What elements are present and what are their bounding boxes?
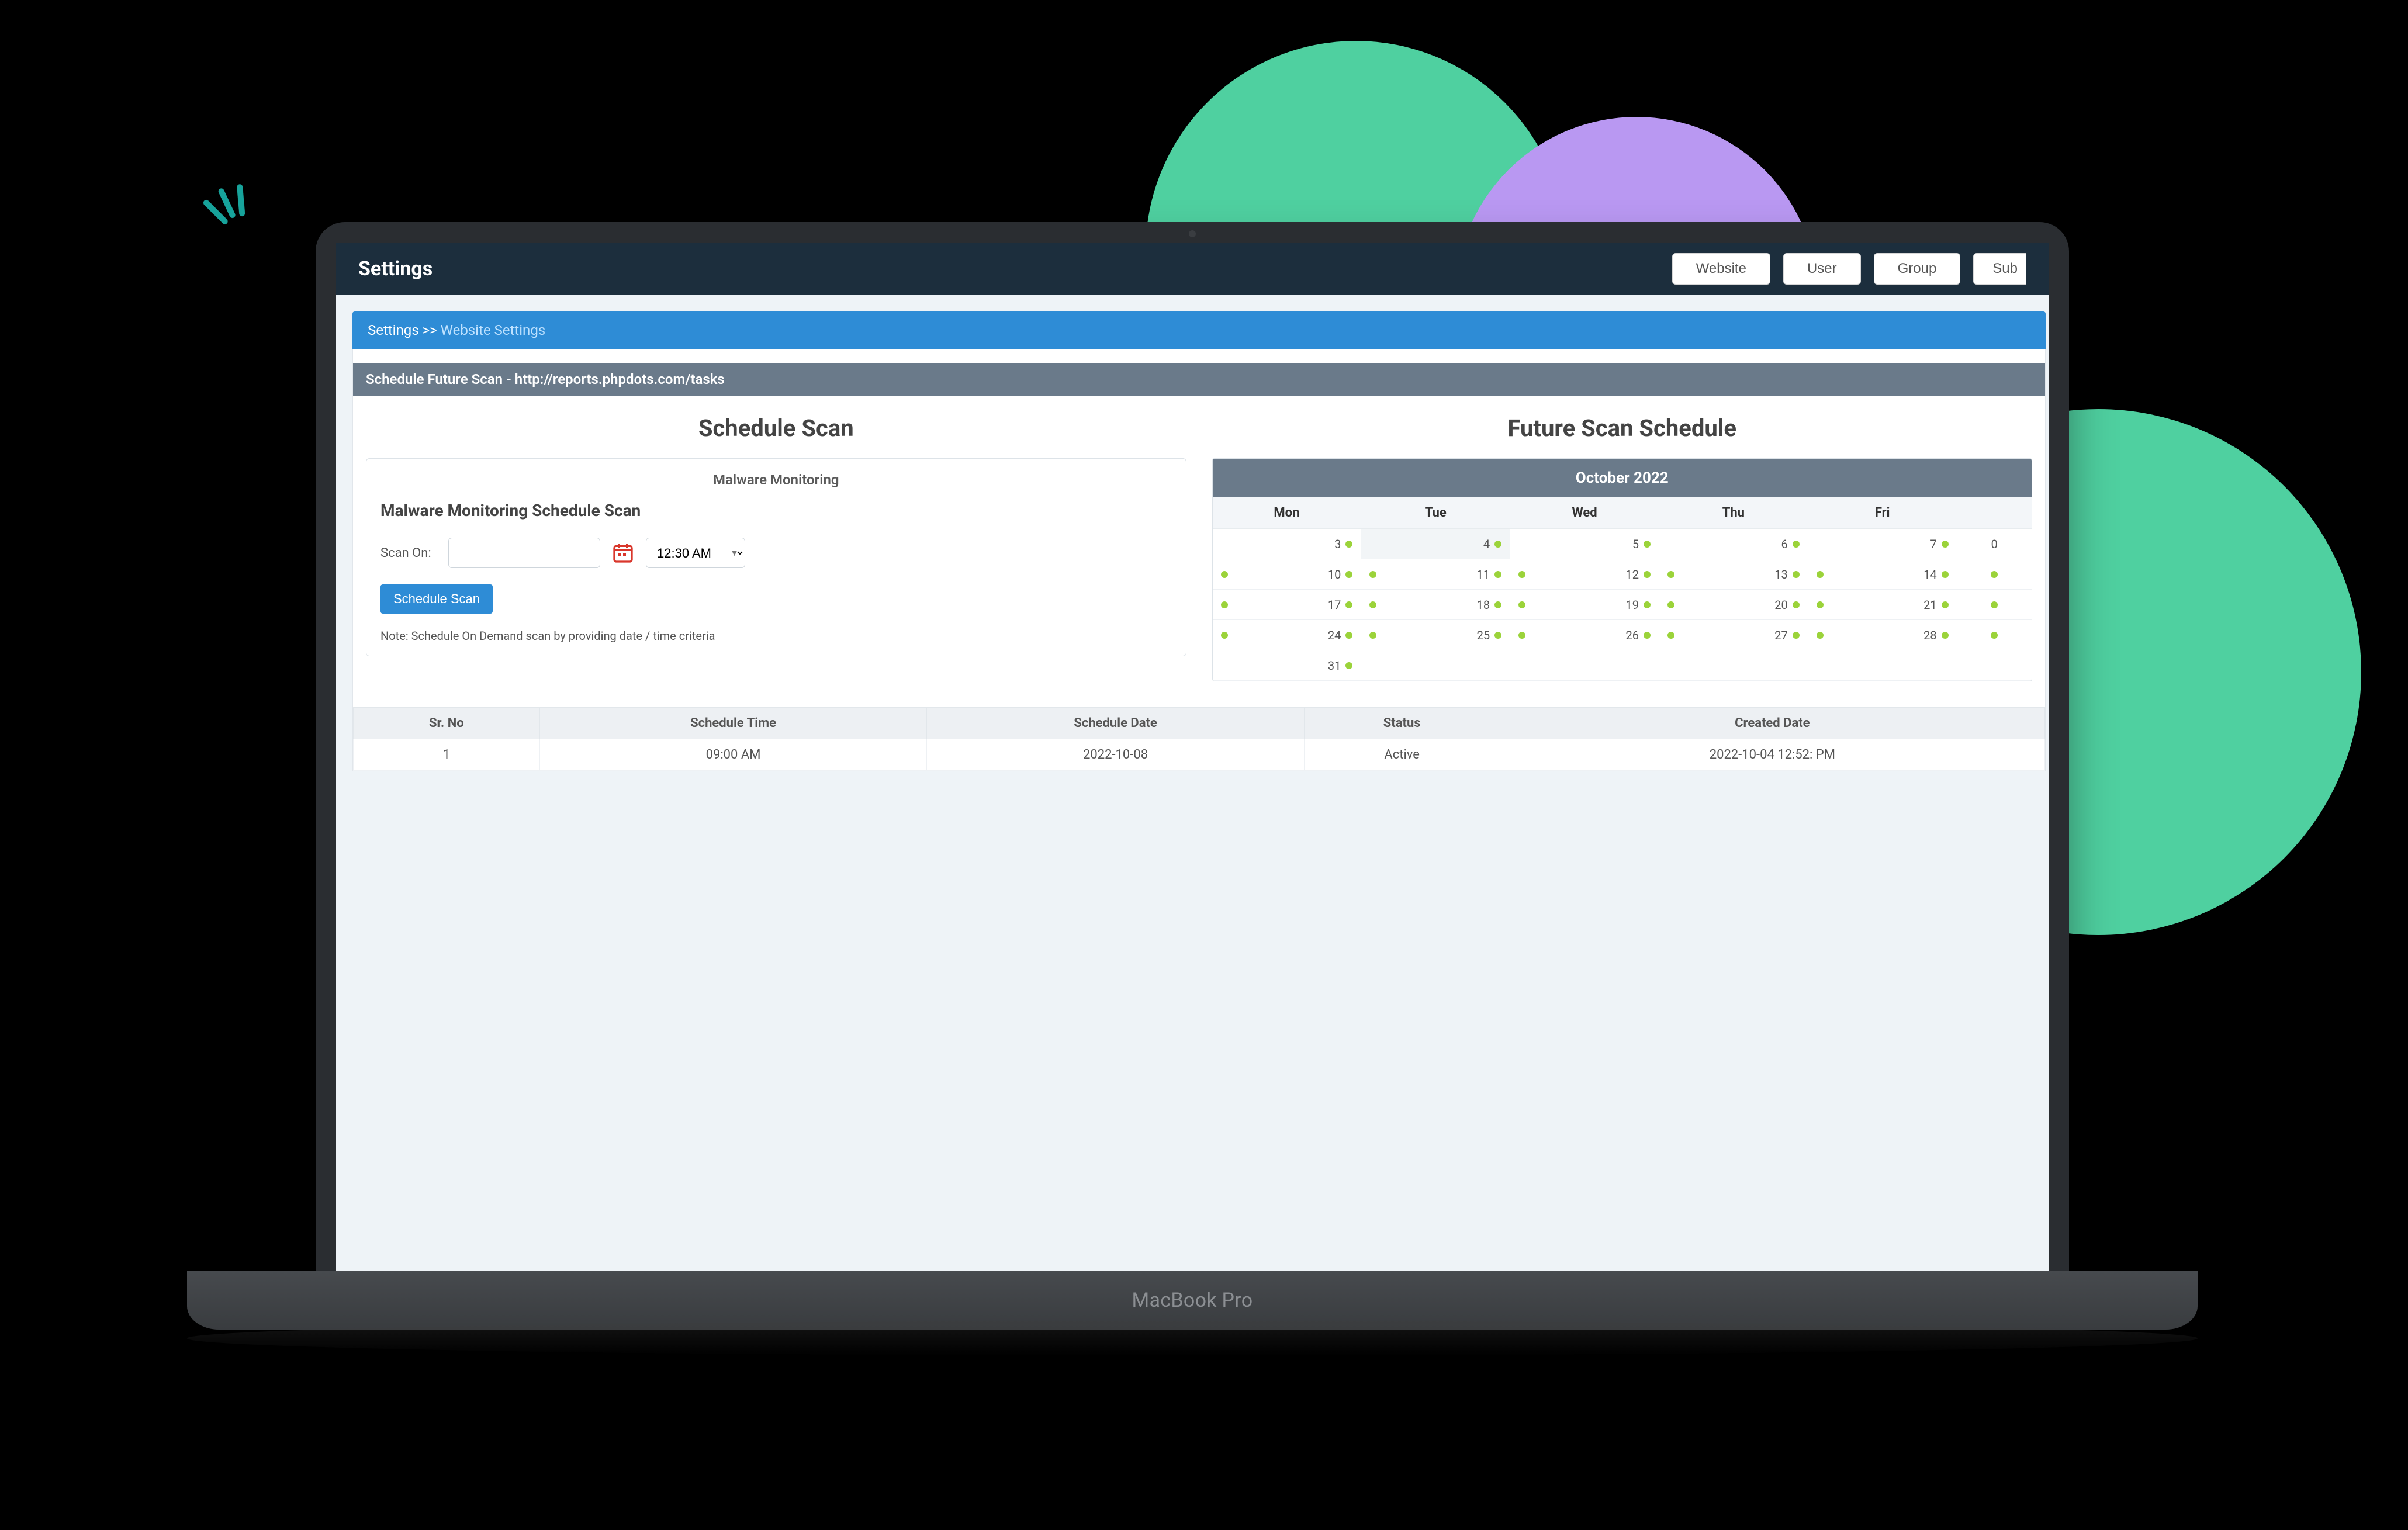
- tab-user[interactable]: User: [1783, 253, 1861, 285]
- calendar-cell[interactable]: 7: [1808, 529, 1957, 559]
- weekday-wed: Wed: [1510, 497, 1659, 529]
- calendar-weekdays: Mon Tue Wed Thu Fri: [1213, 497, 2032, 529]
- calendar-cell[interactable]: 20: [1659, 590, 1808, 620]
- weekday-fri: Fri: [1808, 497, 1957, 529]
- table-header: Created Date: [1500, 708, 2044, 739]
- calendar-cell[interactable]: 19: [1510, 590, 1659, 620]
- table-cell: Active: [1304, 739, 1500, 771]
- breadcrumb: Settings >> Website Settings: [352, 311, 2046, 349]
- calendar-cell[interactable]: 24: [1213, 620, 1362, 650]
- calendar-cell[interactable]: 6: [1659, 529, 1808, 559]
- schedule-scan-heading: Schedule Scan: [366, 414, 1186, 442]
- calendar-cell[interactable]: 0: [1957, 529, 2032, 559]
- decor-accent-strokes: [199, 179, 255, 229]
- scan-date-input[interactable]: [448, 538, 600, 568]
- schedule-note: Note: Schedule On Demand scan by providi…: [380, 629, 1172, 643]
- app-root: Settings Website User Group Sub Settings…: [336, 243, 2049, 1283]
- calendar-cell[interactable]: 28: [1808, 620, 1957, 650]
- laptop-mockup: Settings Website User Group Sub Settings…: [281, 222, 2104, 1356]
- laptop-label: MacBook Pro: [1132, 1289, 1253, 1312]
- weekday-tue: Tue: [1361, 497, 1510, 529]
- calendar-cell[interactable]: 31: [1213, 650, 1362, 681]
- table-row: 109:00 AM2022-10-08Active2022-10-04 12:5…: [354, 739, 2045, 771]
- tab-group[interactable]: Group: [1874, 253, 1961, 285]
- calendar-cell[interactable]: [1361, 650, 1510, 681]
- schedule-scan-button[interactable]: Schedule Scan: [380, 584, 493, 614]
- calendar-cell[interactable]: [1957, 559, 2032, 590]
- calendar-cell[interactable]: 4: [1361, 529, 1510, 559]
- laptop-shadow: [187, 1321, 2198, 1356]
- table-header: Sr. No: [354, 708, 540, 739]
- table-header-row: Sr. NoSchedule TimeSchedule DateStatusCr…: [354, 708, 2045, 739]
- calendar-cell[interactable]: [1957, 590, 2032, 620]
- camera-dot: [1189, 230, 1196, 237]
- calendar-month: October 2022: [1213, 459, 2032, 497]
- malware-tab[interactable]: Malware Monitoring: [380, 472, 1172, 488]
- page-card: Schedule Future Scan - http://reports.ph…: [352, 349, 2046, 771]
- table-cell: 2022-10-08: [927, 739, 1304, 771]
- calendar-cell[interactable]: 5: [1510, 529, 1659, 559]
- form-title: Malware Monitoring Schedule Scan: [380, 501, 1172, 520]
- table-header: Schedule Time: [539, 708, 927, 739]
- scan-on-label: Scan On:: [380, 546, 439, 560]
- calendar-cell[interactable]: 17: [1213, 590, 1362, 620]
- table-cell: 09:00 AM: [539, 739, 927, 771]
- calendar-icon[interactable]: [610, 539, 636, 566]
- page-title: Settings: [358, 257, 433, 281]
- calendar-cell[interactable]: 27: [1659, 620, 1808, 650]
- weekday-thu: Thu: [1659, 497, 1808, 529]
- calendar-cell[interactable]: [1510, 650, 1659, 681]
- calendar-cell[interactable]: 10: [1213, 559, 1362, 590]
- calendar-cell[interactable]: 18: [1361, 590, 1510, 620]
- calendar-cell[interactable]: 13: [1659, 559, 1808, 590]
- tab-website[interactable]: Website: [1672, 253, 1770, 285]
- calendar-cell[interactable]: [1957, 620, 2032, 650]
- calendar-cell[interactable]: 12: [1510, 559, 1659, 590]
- calendar-cell[interactable]: 25: [1361, 620, 1510, 650]
- topbar: Settings Website User Group Sub: [336, 243, 2049, 295]
- panel-header: Schedule Future Scan - http://reports.ph…: [353, 363, 2045, 396]
- calendar-cell[interactable]: [1659, 650, 1808, 681]
- scan-time-select[interactable]: 12:30 AM: [646, 538, 745, 568]
- table-cell: 1: [354, 739, 540, 771]
- calendar-cell[interactable]: 14: [1808, 559, 1957, 590]
- schedule-table: Sr. NoSchedule TimeSchedule DateStatusCr…: [353, 707, 2045, 771]
- table-header: Status: [1304, 708, 1500, 739]
- schedule-scan-card: Malware Monitoring Malware Monitoring Sc…: [366, 458, 1186, 656]
- calendar-body: 345670 1011121314 1718192021 2425262728 31: [1213, 529, 2032, 681]
- breadcrumb-root[interactable]: Settings: [368, 322, 419, 338]
- calendar-cell[interactable]: 21: [1808, 590, 1957, 620]
- breadcrumb-sep: >>: [423, 322, 437, 338]
- weekday-overflow: [1957, 497, 2032, 529]
- calendar: October 2022 Mon Tue Wed Thu Fri: [1212, 458, 2033, 681]
- breadcrumb-current[interactable]: Website Settings: [441, 322, 546, 338]
- calendar-cell[interactable]: 3: [1213, 529, 1362, 559]
- weekday-mon: Mon: [1213, 497, 1362, 529]
- future-scan-heading: Future Scan Schedule: [1212, 414, 2033, 442]
- calendar-cell[interactable]: [1808, 650, 1957, 681]
- calendar-cell[interactable]: [1957, 650, 2032, 681]
- table-cell: 2022-10-04 12:52: PM: [1500, 739, 2044, 771]
- calendar-cell[interactable]: 11: [1361, 559, 1510, 590]
- calendar-cell[interactable]: 26: [1510, 620, 1659, 650]
- tab-sub[interactable]: Sub: [1973, 253, 2026, 285]
- table-header: Schedule Date: [927, 708, 1304, 739]
